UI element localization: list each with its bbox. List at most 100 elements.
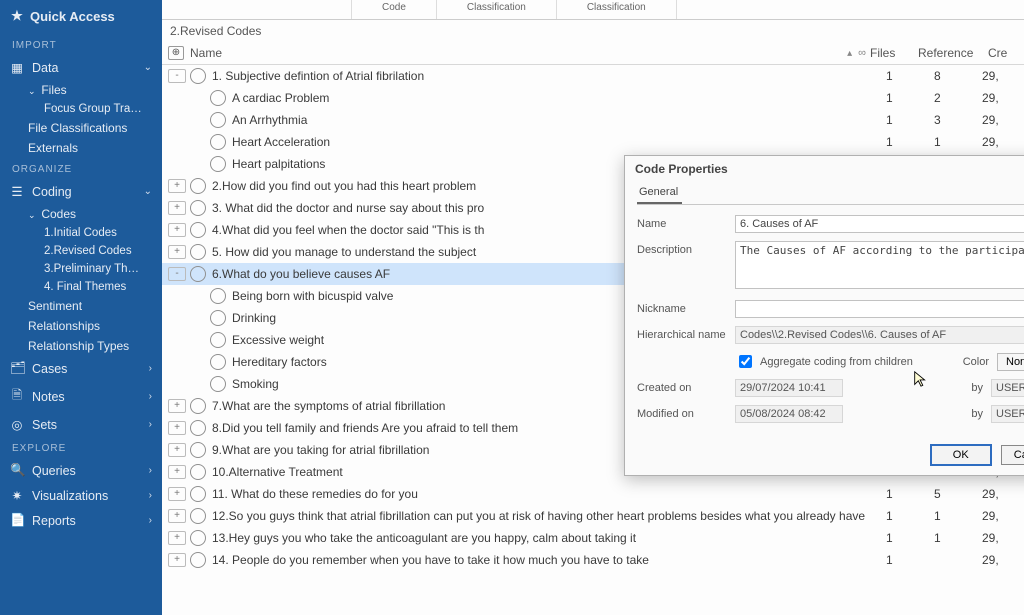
code-node-icon bbox=[210, 112, 226, 128]
expand-toggle-icon[interactable]: + bbox=[168, 421, 186, 435]
checkbox-aggregate[interactable]: Aggregate coding from children bbox=[735, 352, 913, 371]
chevron-right-icon: › bbox=[149, 363, 152, 374]
expand-toggle-icon[interactable]: + bbox=[168, 179, 186, 193]
sidebar-sentiment[interactable]: Sentiment bbox=[0, 296, 162, 316]
sidebar-item-reports[interactable]: 📄 Reports › bbox=[0, 508, 162, 533]
code-node-icon bbox=[210, 354, 226, 370]
value-hier: Codes\\2.Revised Codes\\6. Causes of AF bbox=[735, 326, 1024, 344]
tab-classification-1[interactable]: Classification bbox=[437, 0, 557, 19]
row-files: 1 bbox=[886, 91, 934, 105]
sidebar-item-notes[interactable]: 🗎 Notes › bbox=[0, 381, 162, 412]
expand-toggle-icon[interactable]: + bbox=[168, 201, 186, 215]
expand-toggle-icon[interactable]: + bbox=[168, 465, 186, 479]
table-row[interactable]: +14. People do you remember when you hav… bbox=[162, 549, 1024, 571]
col-files[interactable]: Files bbox=[870, 46, 918, 60]
sidebar-code-initial[interactable]: 1.Initial Codes bbox=[0, 224, 162, 242]
sidebar-rel-types[interactable]: Relationship Types bbox=[0, 336, 162, 356]
sidebar-file-classifications[interactable]: File Classifications bbox=[0, 118, 162, 138]
sidebar-item-coding[interactable]: ☰ Coding ⌄ bbox=[0, 179, 162, 204]
cancel-button[interactable]: Cancel bbox=[1001, 445, 1024, 465]
sidebar-item-codes[interactable]: ⌄ Codes bbox=[0, 204, 162, 224]
code-node-icon bbox=[210, 310, 226, 326]
search-icon: 🔍 bbox=[10, 463, 24, 478]
dialog-tab-general[interactable]: General bbox=[637, 184, 682, 204]
sidebar-item-data[interactable]: ▦ Data ⌄ bbox=[0, 55, 162, 80]
row-created: 29, bbox=[982, 69, 1018, 83]
label-modified-by: by bbox=[971, 408, 983, 420]
input-description[interactable]: The Causes of AF according to the partic… bbox=[735, 241, 1024, 289]
section-organize: ORGANIZE bbox=[0, 158, 162, 179]
row-created: 29, bbox=[982, 487, 1018, 501]
cases-icon: 🗂 bbox=[10, 361, 24, 376]
checkbox-aggregate-input[interactable] bbox=[739, 355, 752, 368]
table-row[interactable]: +12.So you guys think that atrial fibril… bbox=[162, 505, 1024, 527]
sidebar-relationships[interactable]: Relationships bbox=[0, 316, 162, 336]
expand-toggle-icon[interactable]: + bbox=[168, 509, 186, 523]
table-row[interactable]: An Arrhythmia1329, bbox=[162, 109, 1024, 131]
expand-toggle-icon[interactable]: + bbox=[168, 487, 186, 501]
sidebar-item-files[interactable]: ⌄ Files bbox=[0, 80, 162, 100]
expand-toggle-icon[interactable]: + bbox=[168, 443, 186, 457]
expand-toggle-icon[interactable]: + bbox=[168, 399, 186, 413]
sidebar-code-final[interactable]: 4. Final Themes bbox=[0, 278, 162, 296]
row-files: 1 bbox=[886, 553, 934, 567]
select-color[interactable]: None bbox=[997, 353, 1024, 371]
chevron-right-icon: › bbox=[149, 419, 152, 430]
sort-asc-icon[interactable]: ▴ bbox=[847, 48, 852, 59]
col-created[interactable]: Cre bbox=[988, 46, 1018, 60]
table-row[interactable]: A cardiac Problem1229, bbox=[162, 87, 1024, 109]
code-node-icon bbox=[190, 68, 206, 84]
expand-toggle-icon[interactable]: + bbox=[168, 553, 186, 567]
sidebar-code-revised[interactable]: 2.Revised Codes bbox=[0, 242, 162, 260]
expand-toggle-icon[interactable]: + bbox=[168, 223, 186, 237]
code-node-icon bbox=[190, 552, 206, 568]
column-tabs: Code Classification Classification bbox=[162, 0, 1024, 20]
reports-icon: 📄 bbox=[10, 513, 24, 528]
tab-classification-2[interactable]: Classification bbox=[557, 0, 677, 19]
sidebar: ★ Quick Access IMPORT ▦ Data ⌄ ⌄ Files F… bbox=[0, 0, 162, 615]
row-label: 1. Subjective defintion of Atrial fibril… bbox=[212, 69, 886, 83]
col-name[interactable]: Name bbox=[190, 46, 847, 60]
sidebar-item-cases[interactable]: 🗂 Cases › bbox=[0, 356, 162, 381]
chevron-right-icon: › bbox=[149, 465, 152, 476]
chevron-down-icon: ⌄ bbox=[28, 210, 38, 221]
quick-access-header[interactable]: ★ Quick Access bbox=[0, 0, 162, 34]
chevron-down-icon: ⌄ bbox=[144, 62, 152, 73]
row-references: 1 bbox=[934, 509, 982, 523]
sidebar-item-sets[interactable]: ◎ Sets › bbox=[0, 412, 162, 437]
tab-code[interactable]: Code bbox=[352, 0, 437, 19]
table-row[interactable]: +11. What do these remedies do for you15… bbox=[162, 483, 1024, 505]
input-nickname[interactable] bbox=[735, 300, 1024, 318]
label-created: Created on bbox=[637, 379, 735, 394]
col-reference[interactable]: Reference bbox=[918, 46, 988, 60]
value-modified-by: USER bbox=[991, 405, 1024, 423]
expand-toggle-icon[interactable]: + bbox=[168, 531, 186, 545]
table-row[interactable]: +13.Hey guys you who take the anticoagul… bbox=[162, 527, 1024, 549]
chevron-right-icon: › bbox=[149, 391, 152, 402]
chevron-right-icon: › bbox=[149, 490, 152, 501]
expand-toggle-icon[interactable]: - bbox=[168, 69, 186, 83]
sidebar-file-focus-group[interactable]: Focus Group Tra… bbox=[0, 100, 162, 118]
sidebar-item-queries[interactable]: 🔍 Queries › bbox=[0, 458, 162, 483]
sidebar-externals[interactable]: Externals bbox=[0, 138, 162, 158]
label-modified: Modified on bbox=[637, 405, 735, 420]
code-node-icon bbox=[210, 156, 226, 172]
row-references: 1 bbox=[934, 135, 982, 149]
code-node-icon bbox=[190, 508, 206, 524]
table-row[interactable]: Heart Acceleration1129, bbox=[162, 131, 1024, 153]
input-name[interactable] bbox=[735, 215, 1024, 233]
row-label: A cardiac Problem bbox=[232, 91, 886, 105]
expand-toggle-icon[interactable]: - bbox=[168, 267, 186, 281]
sets-icon: ◎ bbox=[10, 417, 24, 432]
row-label: Heart Acceleration bbox=[232, 135, 886, 149]
chevron-down-icon: ⌄ bbox=[28, 86, 38, 97]
expand-toggle-icon[interactable]: + bbox=[168, 245, 186, 259]
code-node-icon bbox=[190, 442, 206, 458]
row-label: 14. People do you remember when you have… bbox=[212, 553, 886, 567]
ok-button[interactable]: OK bbox=[931, 445, 991, 465]
sidebar-item-visualizations[interactable]: ✷ Visualizations › bbox=[0, 483, 162, 508]
table-row[interactable]: - 1. Subjective defintion of Atrial fibri… bbox=[162, 65, 1024, 87]
sidebar-code-preliminary[interactable]: 3.Preliminary Th… bbox=[0, 260, 162, 278]
quick-access-label: Quick Access bbox=[30, 9, 115, 24]
expand-all-icon[interactable]: ⊕ bbox=[168, 46, 184, 60]
